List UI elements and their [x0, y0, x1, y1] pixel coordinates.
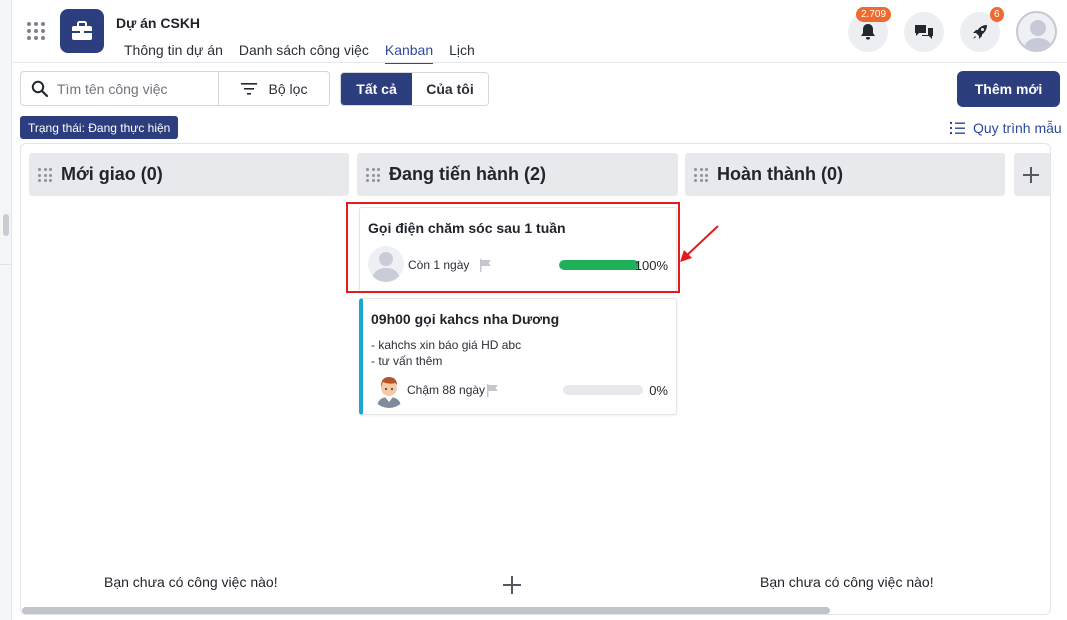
briefcase-icon	[60, 9, 104, 53]
segment-mine[interactable]: Của tôi	[412, 73, 488, 105]
column-header-new[interactable]: Mới giao (0)	[29, 153, 349, 196]
filter-label: Bộ lọc	[268, 80, 308, 97]
task-due-status: Chậm 88 ngày	[407, 383, 486, 397]
drag-handle-icon[interactable]	[38, 168, 52, 182]
sidebar-divider	[0, 264, 12, 265]
chat-button[interactable]	[904, 12, 944, 52]
chat-icon	[915, 25, 933, 39]
search-field[interactable]	[20, 71, 219, 106]
rocket-icon	[973, 25, 987, 39]
bell-icon	[861, 24, 875, 40]
task-progress-label: 0%	[649, 383, 668, 398]
notification-badge: 2.709	[856, 7, 892, 22]
add-new-button[interactable]: Thêm mới	[957, 71, 1060, 107]
workflow-link-label: Quy trình mẫu	[973, 120, 1062, 136]
highlight-annotation-box	[346, 202, 680, 293]
plus-icon	[1023, 166, 1039, 183]
task-description-line: - kahchs xin báo giá HD abc	[371, 338, 522, 352]
left-sidebar-strip	[0, 0, 12, 620]
task-title: 09h00 gọi kahcs nha Dương	[371, 311, 560, 327]
annotation-arrow-icon	[680, 225, 719, 262]
search-input[interactable]	[57, 80, 207, 97]
task-description-line: - tư vấn thêm	[371, 354, 443, 368]
drag-handle-icon[interactable]	[694, 168, 708, 182]
filter-icon	[240, 82, 257, 95]
column-header-in-progress[interactable]: Đang tiến hành (2)	[357, 153, 678, 196]
tab-task-list[interactable]: Danh sách công việc	[239, 42, 369, 64]
status-filter-chip[interactable]: Trạng thái: Đang thực hiện	[20, 116, 179, 139]
column-header-done[interactable]: Hoàn thành (0)	[685, 153, 1005, 196]
add-column-button[interactable]	[1014, 153, 1050, 196]
tab-calendar[interactable]: Lịch	[449, 42, 475, 64]
column-title: Mới giao (0)	[61, 164, 163, 184]
user-avatar[interactable]	[1016, 11, 1057, 52]
kanban-page: Dự án CSKH Thông tin dự án Danh sách côn…	[0, 0, 1067, 620]
rocket-badge: 6	[990, 7, 1004, 22]
workflow-template-link[interactable]: Quy trình mẫu	[950, 120, 1062, 136]
flag-icon[interactable]	[487, 384, 499, 397]
drag-handle-icon[interactable]	[366, 168, 380, 182]
tab-project-info[interactable]: Thông tin dự án	[124, 42, 223, 64]
tab-kanban[interactable]: Kanban	[384, 42, 434, 64]
sidebar-scroll-grip[interactable]	[3, 214, 9, 236]
column-title: Hoàn thành (0)	[717, 164, 843, 184]
scope-segmented-control: Tất cả Của tôi	[340, 72, 489, 106]
task-progress-bar	[563, 385, 643, 395]
task-card[interactable]: 09h00 gọi kahcs nha Dương - kahchs xin b…	[359, 298, 677, 415]
ordered-list-icon	[950, 122, 965, 134]
column-title: Đang tiến hành (2)	[389, 164, 546, 184]
filter-button[interactable]: Bộ lọc	[218, 71, 330, 106]
empty-column-message: Bạn chưa có công việc nào!	[760, 574, 934, 590]
search-icon	[31, 80, 49, 97]
project-nav-tabs: Thông tin dự án Danh sách công việc Kanb…	[124, 42, 491, 64]
empty-column-message: Bạn chưa có công việc nào!	[104, 574, 278, 590]
header-divider	[12, 62, 1067, 63]
add-task-plus-icon[interactable]	[502, 575, 522, 595]
assignee-avatar	[371, 372, 407, 408]
apps-grid-icon[interactable]	[27, 22, 45, 40]
segment-all[interactable]: Tất cả	[341, 73, 412, 105]
project-title: Dự án CSKH	[116, 15, 201, 31]
horizontal-scrollbar-thumb[interactable]	[22, 607, 830, 614]
